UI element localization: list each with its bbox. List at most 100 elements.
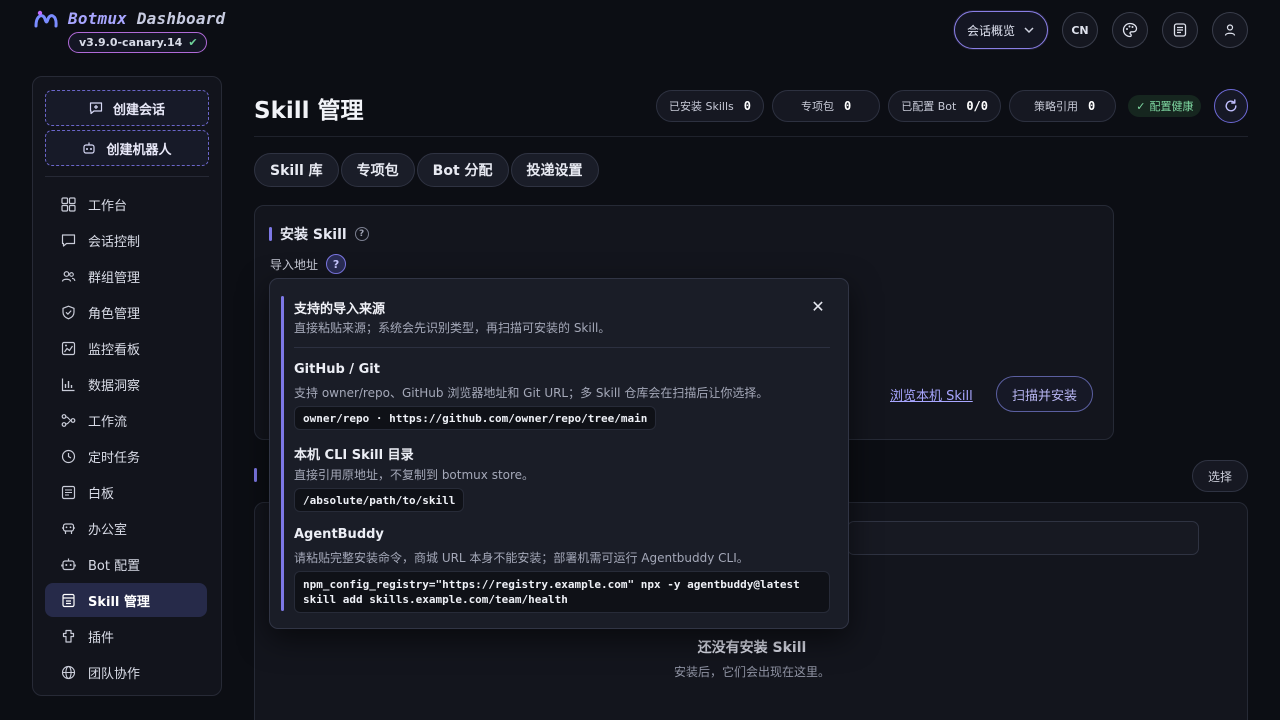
sidebar-item-plugins[interactable]: 插件 (45, 619, 207, 653)
install-skill-title: 安装 Skill (280, 227, 347, 243)
source-title-agentbuddy: AgentBuddy (294, 527, 384, 542)
popover-divider (294, 347, 830, 348)
scan-install-button[interactable]: 扫描并安装 (996, 376, 1094, 412)
sidebar-divider (45, 176, 209, 177)
sidebar-item-label: 数据洞察 (88, 378, 141, 394)
stat-label: 专项包 (800, 100, 834, 113)
stat-label: 策略引用 (1034, 100, 1078, 113)
sidebar-item-label: 工作流 (88, 414, 128, 430)
create-session-button[interactable]: 创建会话 (45, 90, 209, 126)
import-sources-popover: 支持的导入来源 直接粘贴来源；系统会先识别类型，再扫描可安装的 Skill。 ✕… (269, 278, 849, 629)
sidebar-item-office[interactable]: 办公室 (45, 511, 207, 545)
tab-skill-library[interactable]: Skill 库 (254, 153, 339, 187)
sidebar-item-label: 监控看板 (88, 342, 141, 358)
bar-chart-icon (61, 378, 75, 391)
top-bar: Botmux Dashboard v3.9.0-canary.14 ✔ 会话概览… (0, 0, 1280, 60)
sidebar-item-skill-management[interactable]: Skill 管理 (45, 583, 207, 617)
sidebar-item-roles[interactable]: 角色管理 (45, 295, 207, 329)
chevron-down-icon (1024, 27, 1034, 34)
popover-description: 直接粘贴来源；系统会先识别类型，再扫描可安装的 Skill。 (294, 321, 611, 335)
sidebar-item-label: 插件 (88, 630, 115, 646)
check-icon: ✓ (1136, 99, 1146, 113)
sidebar-item-whiteboard[interactable]: 白板 (45, 475, 207, 509)
sidebar-item-workbench[interactable]: 工作台 (45, 187, 207, 221)
sidebar-item-session-control[interactable]: 会话控制 (45, 223, 207, 257)
session-select-label: 会话概览 (966, 23, 1015, 38)
health-badge: ✓ 配置健康 (1128, 95, 1202, 117)
sidebar-item-bot-config[interactable]: Bot 配置 (45, 547, 207, 581)
users-icon (61, 270, 76, 282)
botmux-logo-icon (34, 10, 58, 28)
header-divider (254, 136, 1248, 137)
skill-search-input[interactable] (847, 521, 1199, 555)
stat-packs: 专项包 0 (771, 90, 881, 122)
sidebar-item-label: 团队协作 (88, 666, 141, 682)
skill-icon (62, 593, 75, 607)
help-icon[interactable]: ? (354, 227, 369, 241)
brand-title: Botmux Dashboard (68, 9, 226, 28)
close-icon[interactable]: ✕ (810, 299, 826, 315)
sidebar-item-label: Skill 管理 (88, 594, 150, 610)
stat-installed-skills: 已安装 Skills 0 (656, 90, 764, 122)
version-badge: v3.9.0-canary.14 ✔ (68, 32, 207, 53)
stat-policy-refs: 策略引用 0 (1009, 90, 1117, 122)
refresh-icon (1225, 99, 1237, 112)
office-icon (62, 522, 75, 534)
globe-icon (61, 665, 76, 679)
create-bot-button[interactable]: 创建机器人 (45, 130, 209, 166)
grid-icon (61, 196, 76, 212)
whiteboard-icon (61, 485, 76, 499)
tab-delivery-settings[interactable]: 投递设置 (510, 153, 599, 187)
plugin-icon (62, 629, 75, 643)
tab-bot-assignment[interactable]: Bot 分配 (416, 153, 509, 187)
import-label-text: 导入地址 (270, 257, 319, 272)
source-desc-local-cli: 直接引用原地址，不复制到 botmux store。 (294, 468, 535, 482)
sidebar: 创建会话 创建机器人 工作台 会话控制 群组管理 角色管理 监控看板 数据洞察 (32, 76, 222, 696)
accent-bar (269, 227, 272, 241)
workflow-icon (61, 413, 76, 427)
user-button[interactable] (1212, 12, 1248, 48)
sidebar-item-label: 角色管理 (88, 306, 141, 322)
code-line: skill add skills.example.com/team/health (303, 593, 568, 606)
check-icon: ✔ (188, 36, 198, 49)
session-overview-select[interactable]: 会话概览 (953, 11, 1048, 49)
import-address-label: 导入地址 ? (270, 254, 347, 274)
sidebar-item-scheduled-tasks[interactable]: 定时任务 (45, 439, 207, 473)
popover-title: 支持的导入来源 (294, 302, 386, 317)
language-button[interactable]: CN (1062, 12, 1098, 48)
create-session-label: 创建会话 (112, 102, 165, 118)
accent-bar (254, 468, 257, 482)
shield-icon (62, 305, 75, 319)
import-help-icon[interactable]: ? (326, 254, 347, 274)
sidebar-item-label: 办公室 (88, 522, 128, 538)
clock-icon (61, 449, 76, 463)
refresh-button[interactable] (1214, 89, 1248, 123)
sidebar-item-insights[interactable]: 数据洞察 (45, 367, 207, 401)
stats-bar: 已安装 Skills 0 专项包 0 已配置 Bot 0/0 策略引用 0 ✓ … (656, 90, 1202, 122)
source-title-github: GitHub / Git (294, 362, 380, 377)
stat-label: 已配置 Bot (901, 100, 957, 113)
robot-icon (83, 142, 96, 154)
browse-local-skill-link[interactable]: 浏览本机 Skill (890, 385, 973, 404)
theme-button[interactable] (1112, 12, 1148, 48)
source-code-agentbuddy: npm_config_registry="https://registry.ex… (294, 571, 830, 613)
stat-configured-bots: 已配置 Bot 0/0 (888, 90, 1001, 122)
sidebar-item-groups[interactable]: 群组管理 (45, 259, 207, 293)
sidebar-item-team[interactable]: 团队协作 (45, 655, 207, 689)
sidebar-item-label: Bot 配置 (88, 558, 141, 574)
palette-icon (1122, 22, 1138, 38)
docs-button[interactable] (1162, 12, 1198, 48)
empty-state-subtitle: 安装后，它们会出现在这里。 (673, 665, 830, 679)
stat-value: 0 (1088, 99, 1096, 113)
sidebar-item-workflow[interactable]: 工作流 (45, 403, 207, 437)
source-desc-github: 支持 owner/repo、GitHub 浏览器地址和 Git URL；多 Sk… (294, 386, 769, 400)
sidebar-item-label: 工作台 (88, 198, 128, 214)
empty-state-title: 还没有安装 Skill (697, 640, 807, 656)
tab-packs[interactable]: 专项包 (340, 153, 415, 187)
stat-value: 0 (843, 99, 852, 113)
language-label: CN (1071, 23, 1089, 37)
select-button[interactable]: 选择 (1192, 460, 1248, 492)
sidebar-item-monitor[interactable]: 监控看板 (45, 331, 207, 365)
stat-label: 已安装 Skills (669, 100, 734, 113)
bot-icon (61, 558, 76, 570)
